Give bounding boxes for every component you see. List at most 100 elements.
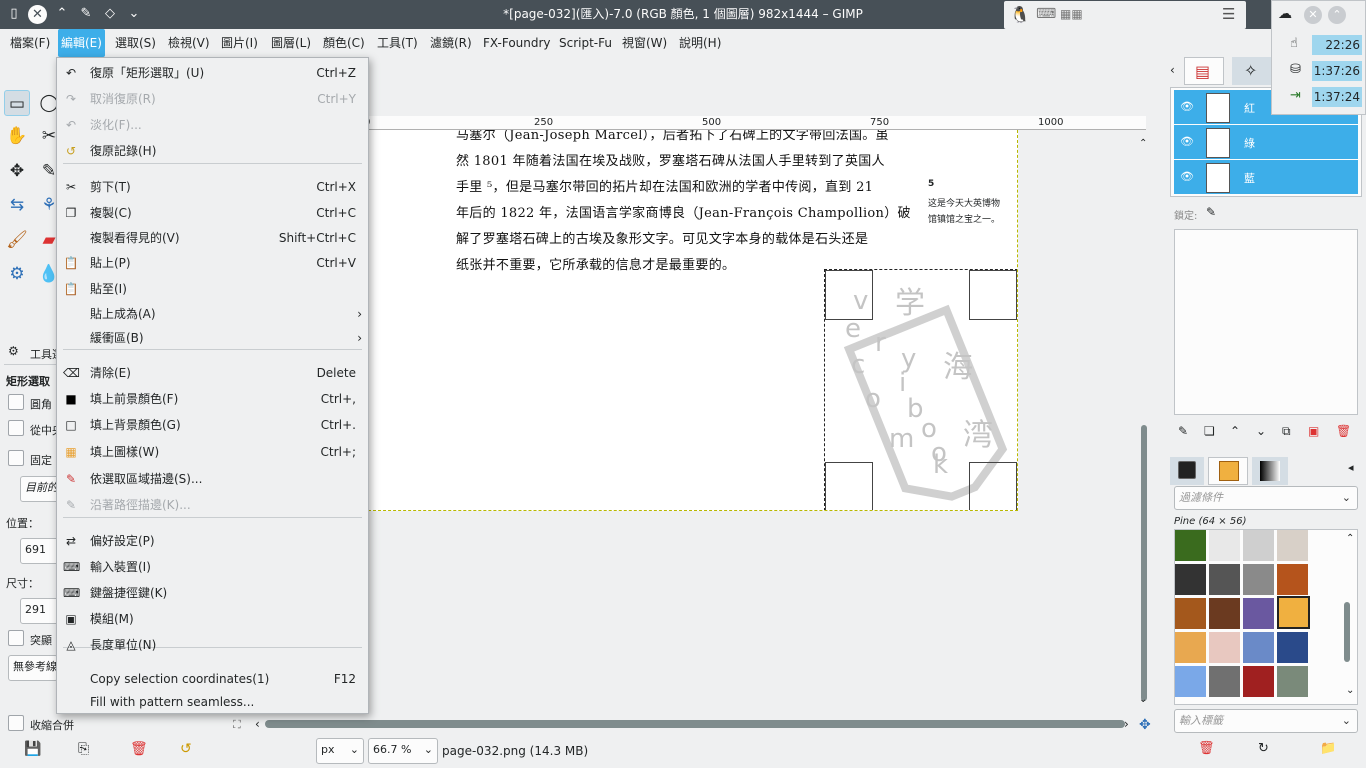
menu-edit[interactable]: 編輯(E) xyxy=(58,29,105,57)
menu-image[interactable]: 圖片(I) xyxy=(218,29,261,57)
tab-channels[interactable]: ✧ xyxy=(1232,57,1272,85)
menu-colors[interactable]: 顏色(C) xyxy=(320,29,368,57)
horizontal-scrollbar[interactable] xyxy=(265,720,1125,728)
refresh-patterns-icon[interactable]: ↻ xyxy=(1258,741,1269,756)
keyboard-layout-icon[interactable]: ▦▦ xyxy=(1060,7,1083,21)
edit-menu-item[interactable]: □ 填上背景顏色(G) Ctrl+. xyxy=(57,413,368,437)
fuzzy-select-tool-icon[interactable]: ✋ xyxy=(4,123,30,149)
collapse-panel-icon[interactable]: ⌃ xyxy=(1328,6,1346,24)
align-tool-icon[interactable]: ⇆ xyxy=(4,192,30,218)
menu-file[interactable]: 檔案(F) xyxy=(7,29,53,57)
expand-from-center-checkbox[interactable] xyxy=(8,420,24,436)
edit-menu-item[interactable]: 複製看得見的(V) Shift+Ctrl+C xyxy=(57,226,368,250)
dock-menu-icon[interactable]: ◂ xyxy=(1348,461,1354,474)
raise-channel-icon[interactable]: ⌃ xyxy=(1230,424,1240,438)
unit-select[interactable]: px ⌄ xyxy=(316,738,364,764)
tab-layers[interactable]: ▤ xyxy=(1184,57,1224,85)
position-x-input[interactable]: 691 xyxy=(20,538,60,564)
size-w-input[interactable]: 291 xyxy=(20,598,60,624)
clone-tool-icon[interactable]: ⚙ xyxy=(4,261,30,287)
guides-select[interactable]: 無參考線 xyxy=(8,655,58,681)
restore-options-icon[interactable]: ⎘ xyxy=(78,741,89,757)
pattern-filter-select[interactable]: 過濾條件 ⌄ xyxy=(1174,486,1358,510)
menu-tools[interactable]: 工具(T) xyxy=(374,29,421,57)
pattern-swatch[interactable] xyxy=(1209,666,1240,697)
horizontal-ruler[interactable]: 0 250 500 750 1000 xyxy=(364,116,1146,130)
edit-menu-item[interactable]: ✂ 剪下(T) Ctrl+X xyxy=(57,175,368,199)
pattern-swatch[interactable] xyxy=(1175,598,1206,629)
pattern-swatch[interactable] xyxy=(1243,598,1274,629)
menu-view[interactable]: 檢視(V) xyxy=(165,29,213,57)
cloud-icon[interactable]: ☁ xyxy=(1278,6,1292,22)
channel-to-selection-icon[interactable]: ▣ xyxy=(1308,424,1319,438)
quick-mask-icon[interactable]: ⛶ xyxy=(233,718,241,732)
shrink-merged-checkbox[interactable] xyxy=(8,715,24,731)
edit-menu-item[interactable]: ◬ 長度單位(N) xyxy=(57,633,368,657)
pattern-swatch[interactable] xyxy=(1209,598,1240,629)
navigate-icon[interactable]: ✥ xyxy=(1139,717,1151,733)
edit-menu-item[interactable]: 緩衝區(B) › xyxy=(57,326,368,350)
edit-menu-item[interactable]: ■ 填上前景顏色(F) Ctrl+, xyxy=(57,387,368,411)
fixed-mode-select[interactable]: 目前的 xyxy=(20,476,60,502)
duplicate-channel-icon[interactable]: ⧉ xyxy=(1282,424,1291,439)
new-channel-icon[interactable]: ❏ xyxy=(1204,424,1215,438)
tux-icon[interactable]: 🐧 xyxy=(1010,5,1030,24)
edit-menu-item[interactable]: ❐ 複製(C) Ctrl+C xyxy=(57,201,368,225)
pattern-swatch[interactable] xyxy=(1243,632,1274,663)
pattern-swatch[interactable] xyxy=(1175,564,1206,595)
tab-brushes[interactable] xyxy=(1170,457,1204,485)
pattern-swatch[interactable] xyxy=(1175,530,1206,561)
eye-icon[interactable]: 👁 xyxy=(1180,100,1194,113)
open-folder-icon[interactable]: 📁 xyxy=(1320,741,1336,756)
pattern-scroll-up-icon[interactable]: ⌃ xyxy=(1346,533,1354,544)
tray-menu-icon[interactable]: ☰ xyxy=(1222,5,1235,23)
pattern-swatch[interactable] xyxy=(1277,530,1308,561)
edit-menu-item[interactable]: 📋 貼至(I) xyxy=(57,277,368,301)
channel-row[interactable]: 👁 藍 xyxy=(1174,160,1358,194)
menu-select[interactable]: 選取(S) xyxy=(112,29,159,57)
lock-pixels-icon[interactable]: ✎ xyxy=(1206,205,1216,219)
edit-menu-item[interactable]: ⇄ 偏好設定(P) xyxy=(57,529,368,553)
dock-tab-left-icon[interactable]: ‹ xyxy=(1170,63,1175,77)
move-tool-icon[interactable]: ✥ xyxy=(4,158,30,184)
image-canvas[interactable]: 马塞尔（Jean-Joseph Marcel），后者拓下了石碑上的文字带回法国。… xyxy=(368,130,1018,511)
edit-menu-item[interactable]: ▦ 填上圖樣(W) Ctrl+; xyxy=(57,440,368,464)
pattern-swatch-selected[interactable] xyxy=(1277,596,1310,629)
edit-menu-item[interactable]: 貼上成為(A) › xyxy=(57,302,368,326)
pattern-swatch[interactable] xyxy=(1243,564,1274,595)
edit-menu-item[interactable]: ⌨ 輸入裝置(I) xyxy=(57,555,368,579)
scroll-left-icon[interactable]: ‹ xyxy=(255,717,260,731)
scroll-down-icon[interactable]: ⌄ xyxy=(1139,694,1147,705)
pattern-swatch[interactable] xyxy=(1277,632,1308,663)
eye-icon[interactable]: 👁 xyxy=(1180,170,1194,183)
edit-menu-item[interactable]: ✎ 依選取區域描邊(S)... xyxy=(57,467,368,491)
tab-gradients[interactable] xyxy=(1252,457,1288,485)
channel-row[interactable]: 👁 綠 xyxy=(1174,125,1358,159)
menu-layer[interactable]: 圖層(L) xyxy=(268,29,314,57)
rounded-corners-checkbox[interactable] xyxy=(8,394,24,410)
eye-icon[interactable]: 👁 xyxy=(1180,135,1194,148)
edit-menu-item[interactable]: ⌨ 鍵盤捷徑鍵(K) xyxy=(57,581,368,605)
delete-options-icon[interactable]: 🗑 xyxy=(130,741,148,757)
zoom-select[interactable]: 66.7 % ⌄ xyxy=(368,738,438,764)
vertical-scrollbar[interactable] xyxy=(1141,425,1147,701)
menu-fx-foundry[interactable]: FX-Foundry xyxy=(480,29,554,57)
selection-pattern-area[interactable]: v e r y i c o b o m o k 学 海 湾 xyxy=(824,269,1017,510)
pattern-swatch[interactable] xyxy=(1209,530,1240,561)
menu-filters[interactable]: 濾鏡(R) xyxy=(427,29,475,57)
scroll-right-icon[interactable]: › xyxy=(1124,717,1129,731)
delete-pattern-icon[interactable]: 🗑 xyxy=(1198,741,1215,756)
edit-channel-icon[interactable]: ✎ xyxy=(1178,424,1188,438)
highlight-checkbox[interactable] xyxy=(8,630,24,646)
rect-select-tool-icon[interactable]: ▭ xyxy=(4,90,30,116)
tab-patterns[interactable] xyxy=(1208,457,1248,485)
save-options-icon[interactable]: 💾 xyxy=(24,741,41,757)
menu-windows[interactable]: 視窗(W) xyxy=(619,29,670,57)
scroll-up-icon[interactable]: ⌃ xyxy=(1139,138,1147,149)
close-panel-icon[interactable]: ✕ xyxy=(1304,6,1322,24)
pattern-swatch[interactable] xyxy=(1243,530,1274,561)
edit-menu-item[interactable]: ▣ 模組(M) xyxy=(57,607,368,631)
pattern-scroll-down-icon[interactable]: ⌄ xyxy=(1346,685,1354,696)
pattern-scrollbar[interactable] xyxy=(1344,602,1350,662)
delete-channel-icon[interactable]: 🗑 xyxy=(1336,424,1351,438)
